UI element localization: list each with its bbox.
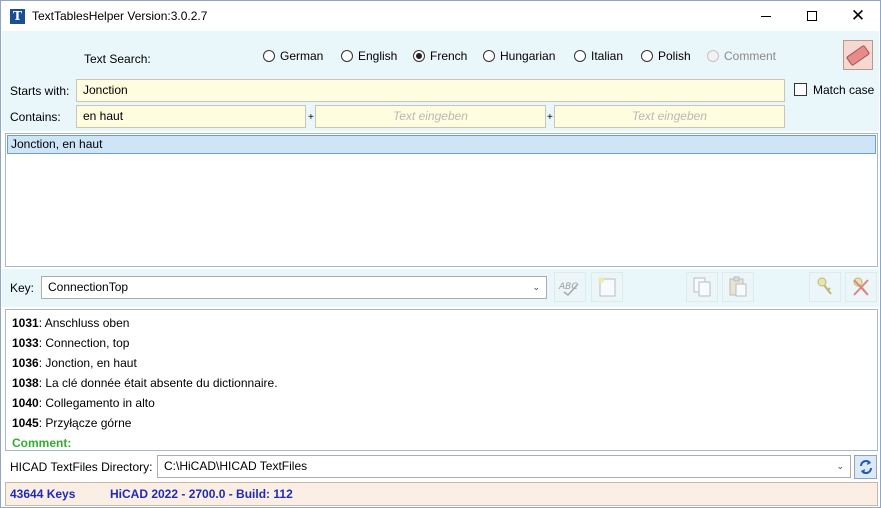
app-window: T TextTablesHelper Version:3.0.2.7 ✕ Tex… [0,0,881,508]
radio-circle [641,50,653,62]
new-note-button[interactable] [591,272,623,302]
key-label: Key: [10,281,35,295]
key-icon [817,277,832,295]
radio-comment: Comment [707,49,776,63]
radio-circle [263,50,275,62]
translation-line: 1036: Jonction, en haut [6,353,877,373]
keys-count: 43644 Keys [10,487,76,501]
radio-circle [341,50,353,62]
language-id: 1038 [12,376,39,390]
starts-with-label: Starts with: [10,84,70,98]
comment-label: Comment: [12,436,72,450]
copy-button[interactable] [686,272,718,302]
radio-label: French [430,49,468,63]
plus-sign: + [547,112,553,123]
radio-circle [483,50,495,62]
translation-text: : La clé donnée était absente du diction… [38,376,278,390]
spellcheck-button[interactable]: ABC [554,272,586,302]
language-id: 1033 [12,336,39,350]
status-bar: 43644 Keys HiCAD 2022 - 2700.0 - Build: … [5,482,878,506]
radio-label: Italian [591,49,624,63]
chevron-down-icon: ⌄ [836,461,844,471]
radio-label: German [280,49,324,63]
language-id: 1036 [12,356,39,370]
app-icon: T [10,9,25,24]
clear-button[interactable] [843,40,873,70]
build-info: HiCAD 2022 - 2700.0 - Build: 112 [110,487,293,501]
new-note-icon [598,277,616,297]
refresh-icon [859,460,872,474]
radio-label: Hungarian [500,49,556,63]
refresh-button[interactable] [854,455,877,479]
translation-text: : Przyłącze górne [38,416,132,430]
copy-icon [693,277,711,297]
translation-line: 1038: La clé donnée était absente du dic… [6,373,877,393]
directory-value: C:\HiCAD\HICAD TextFiles [164,459,308,473]
match-case-checkbox[interactable] [794,83,807,96]
radio-label: English [358,49,398,63]
contains-label: Contains: [10,110,61,124]
delete-key-icon [853,277,869,296]
translation-line: 1040: Collegamento in alto [6,393,877,413]
radio-circle [574,50,586,62]
contains-input[interactable]: en haut [76,105,306,128]
key-button[interactable] [809,272,841,302]
window-title: TextTablesHelper Version:3.0.2.7 [32,9,208,23]
radio-english[interactable]: English [341,49,397,63]
starts-with-input[interactable]: Jonction [76,79,785,102]
paste-button[interactable] [722,272,754,302]
radio-italian[interactable]: Italian [574,49,623,63]
radio-german[interactable]: German [263,49,323,63]
translation-text: : Anschluss oben [38,316,130,330]
list-item[interactable]: Jonction, en haut [7,135,876,154]
close-icon: ✕ [850,5,866,26]
translation-line: 1031: Anschluss oben [6,313,877,333]
translation-text: : Jonction, en haut [38,356,137,370]
maximize-icon [807,11,817,21]
language-id: 1040 [12,396,39,410]
translation-text: : Collegamento in alto [38,396,155,410]
directory-select[interactable]: C:\HiCAD\HICAD TextFiles ⌄ [157,455,851,478]
match-case-label: Match case [813,83,875,97]
directory-label: HICAD TextFiles Directory: [10,460,153,474]
results-list[interactable]: Jonction, en haut [5,133,878,267]
text-search-label: Text Search: [84,52,151,66]
key-select[interactable]: ConnectionTop ⌄ [41,276,547,299]
spellcheck-icon: ABC [558,282,579,296]
radio-circle [707,50,719,62]
eraser-icon [845,44,871,66]
chevron-down-icon: ⌄ [532,282,540,292]
close-button[interactable]: ✕ [835,1,881,31]
translations-panel: 1031: Anschluss oben 1033: Connection, t… [5,309,878,451]
radio-circle [413,50,425,62]
radio-label: Comment [724,49,777,63]
plus-sign: + [308,112,314,123]
translation-line: 1033: Connection, top [6,333,877,353]
contains-input-3[interactable]: Text eingeben [554,105,785,128]
delete-key-button[interactable] [845,272,877,302]
radio-label: Polish [658,49,691,63]
contains-input-2[interactable]: Text eingeben [315,105,546,128]
radio-hungarian[interactable]: Hungarian [483,49,555,63]
language-id: 1031 [12,316,39,330]
translation-text: : Connection, top [38,336,130,350]
radio-polish[interactable]: Polish [641,49,691,63]
paste-icon [729,276,747,297]
language-id: 1045 [12,416,39,430]
minimize-button[interactable] [743,1,789,31]
title-bar: T TextTablesHelper Version:3.0.2.7 ✕ [1,1,880,31]
minimize-icon [761,15,771,17]
maximize-button[interactable] [789,1,835,31]
translation-line: 1045: Przyłącze górne [6,413,877,433]
radio-french[interactable]: French [413,49,467,63]
key-value: ConnectionTop [48,280,129,294]
